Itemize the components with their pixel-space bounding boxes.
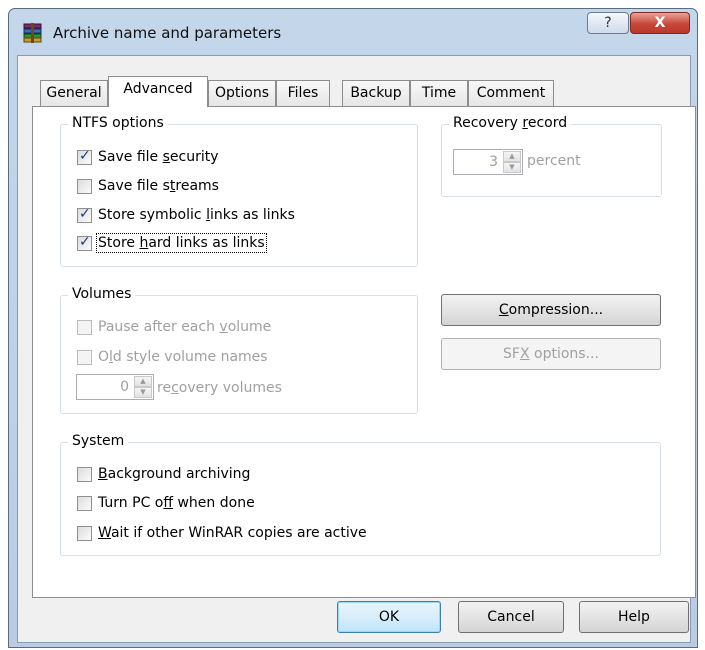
tab-comment[interactable]: Comment	[468, 80, 554, 106]
label-mnemonic: v	[219, 319, 228, 335]
legend-text: Recovery	[453, 115, 523, 131]
title-close-button[interactable]: X	[630, 12, 690, 34]
button-mnemonic: X	[519, 346, 530, 362]
ntfs-options-group: NTFS options Save file security Save fil…	[60, 115, 418, 267]
label-text: ecurity	[169, 149, 219, 165]
wait-other-winrar-option[interactable]: Wait if other WinRAR copies are active	[77, 523, 367, 543]
label-text: Save file s	[98, 178, 170, 194]
sfx-options-button[interactable]: SFX options...	[441, 338, 661, 370]
recovery-record-legend: Recovery record	[449, 115, 572, 131]
button-text: ompression...	[508, 302, 604, 318]
label-text: Store symbolic	[98, 207, 207, 223]
old-style-volume-names-option[interactable]: Old style volume names	[77, 347, 268, 367]
volumes-legend: Volumes	[68, 286, 136, 302]
tab-time[interactable]: Time	[410, 80, 468, 106]
turn-pc-off-option[interactable]: Turn PC off when done	[77, 493, 255, 513]
pause-after-volume-checkbox[interactable]	[77, 319, 92, 335]
spin-up-icon[interactable]: ▲	[134, 376, 152, 387]
tab-advanced[interactable]: Advanced	[108, 76, 208, 107]
label-text: overy volumes	[178, 380, 282, 396]
recovery-record-group: Recovery record 3 ▲ ▼ percent	[441, 115, 662, 197]
cancel-button[interactable]: Cancel	[458, 601, 564, 633]
legend-text: ecord	[527, 115, 568, 131]
winrar-app-icon	[23, 23, 42, 43]
tab-options[interactable]: Options	[208, 80, 276, 106]
button-mnemonic: C	[498, 302, 509, 318]
label-text: ait if other WinRAR copies are active	[110, 525, 367, 541]
spin-down-icon[interactable]: ▼	[134, 387, 152, 398]
system-legend: System	[68, 433, 129, 449]
spinner-arrows: ▲ ▼	[503, 151, 521, 173]
label-mnemonic: c	[171, 380, 179, 396]
label-text: d style volume names	[112, 349, 268, 365]
label-mnemonic: s	[162, 149, 170, 165]
pause-after-volume-option[interactable]: Pause after each volume	[77, 317, 271, 337]
label-text: ackground archiving	[107, 466, 251, 482]
store-symbolic-links-checkbox[interactable]	[77, 206, 92, 223]
recovery-volumes-value: 0	[120, 379, 129, 395]
label-mnemonic: f	[163, 495, 174, 511]
save-file-streams-checkbox[interactable]	[77, 178, 92, 194]
recovery-volumes-spinner[interactable]: 0 ▲ ▼	[76, 374, 154, 400]
button-text: options...	[529, 346, 599, 362]
label-text: O	[98, 349, 110, 365]
recovery-percent-spinner[interactable]: 3 ▲ ▼	[453, 149, 523, 175]
button-text: SF	[503, 346, 520, 362]
system-group: System Background archiving Turn PC off …	[60, 433, 661, 556]
background-archiving-checkbox[interactable]	[77, 466, 92, 482]
label-mnemonic: W	[98, 525, 111, 541]
label-text: olume	[227, 319, 272, 335]
label-text: Pause after each	[98, 319, 220, 335]
old-style-volume-names-checkbox[interactable]	[77, 349, 92, 365]
label-text: re	[157, 380, 172, 396]
label-mnemonic: h	[139, 235, 149, 251]
label-text: reams	[175, 178, 219, 194]
label-mnemonic: B	[98, 466, 108, 482]
save-file-streams-option[interactable]: Save file streams	[77, 176, 219, 196]
store-symbolic-links-option[interactable]: Store symbolic links as links	[77, 205, 295, 225]
spinner-arrows: ▲ ▼	[134, 376, 152, 398]
save-file-security-option[interactable]: Save file security	[77, 147, 219, 167]
ntfs-options-legend: NTFS options	[68, 115, 168, 131]
store-hard-links-checkbox[interactable]	[77, 234, 92, 251]
spin-down-icon[interactable]: ▼	[503, 162, 521, 173]
window-title: Archive name and parameters	[53, 24, 282, 42]
compression-button[interactable]: Compression...	[441, 294, 661, 326]
recovery-percent-value: 3	[489, 154, 498, 170]
save-file-security-checkbox[interactable]	[77, 148, 92, 165]
store-hard-links-option[interactable]: Store hard links as links	[77, 233, 267, 253]
title-help-button[interactable]: ?	[587, 12, 629, 34]
background-archiving-option[interactable]: Background archiving	[77, 464, 250, 484]
recovery-volumes-label: recovery volumes	[157, 380, 282, 396]
volumes-group: Volumes Pause after each volume Old styl…	[60, 286, 418, 414]
tab-backup[interactable]: Backup	[342, 80, 410, 106]
label-text: Store	[98, 235, 140, 251]
tab-general[interactable]: General	[40, 80, 108, 106]
title-bar[interactable]: Archive name and parameters ? X	[9, 9, 697, 55]
help-button[interactable]: Help	[579, 601, 689, 633]
spin-up-icon[interactable]: ▲	[503, 151, 521, 162]
label-text: inks as links	[209, 207, 295, 223]
label-text: ard links as links	[148, 235, 265, 251]
recovery-percent-unit: percent	[527, 153, 581, 169]
label-text: Save file	[98, 149, 163, 165]
ok-button[interactable]: OK	[337, 601, 441, 633]
tab-files[interactable]: Files	[276, 80, 330, 106]
wait-other-winrar-checkbox[interactable]	[77, 525, 92, 541]
turn-pc-off-checkbox[interactable]	[77, 495, 92, 511]
label-text: Turn PC o	[98, 495, 164, 511]
label-text: f when done	[173, 495, 255, 511]
